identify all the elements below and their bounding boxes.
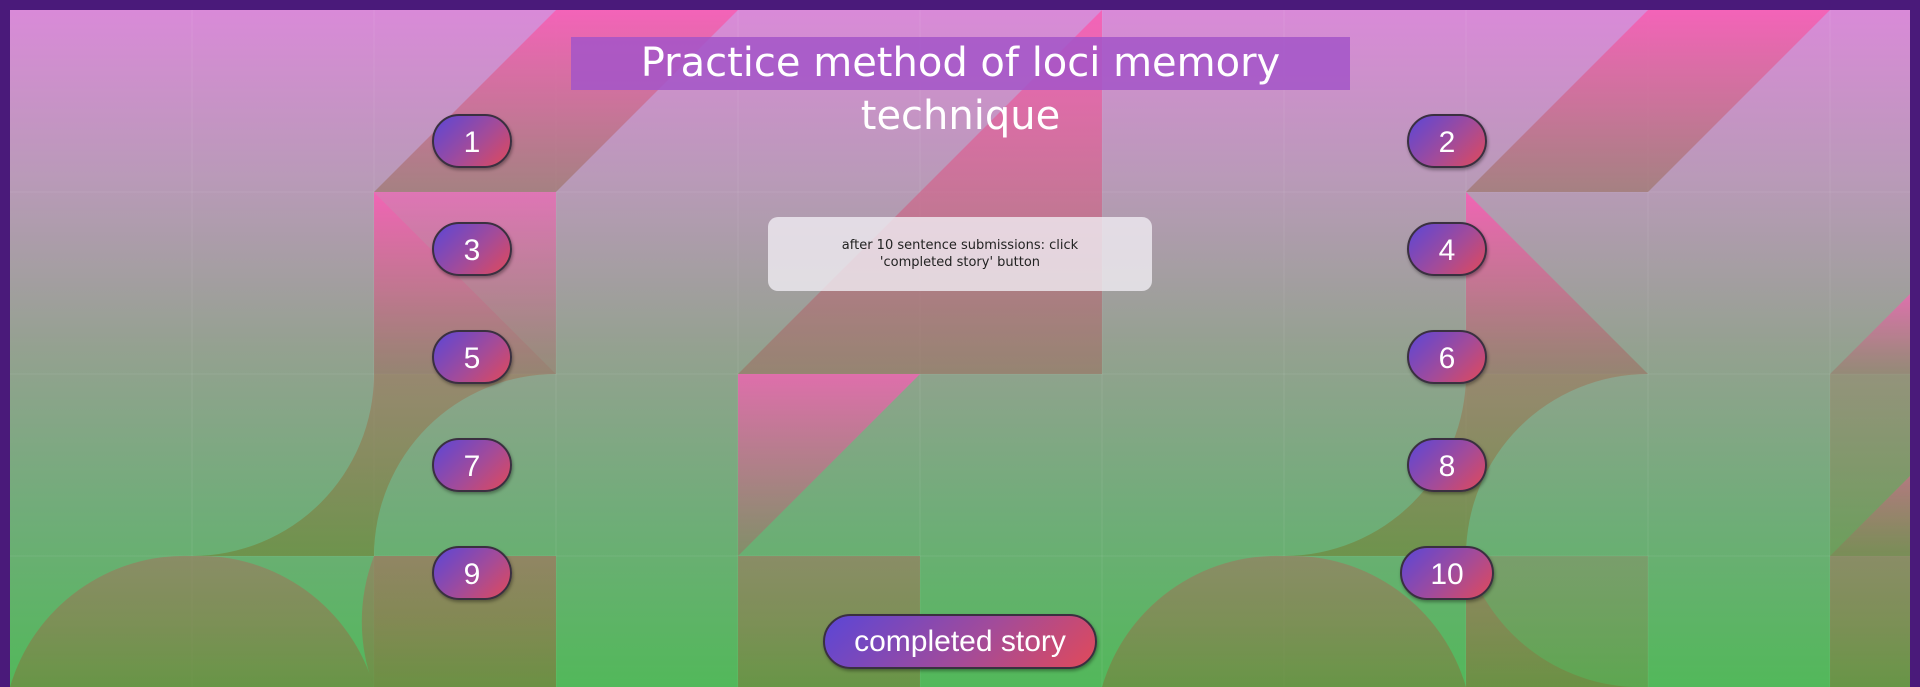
locus-button-4[interactable]: 4 (1407, 222, 1487, 276)
completed-story-button[interactable]: completed story (823, 614, 1097, 669)
page-title: Practice method of loci memory technique (571, 37, 1350, 139)
locus-button-10[interactable]: 10 (1400, 546, 1494, 600)
locus-button-1[interactable]: 1 (432, 114, 512, 168)
locus-button-3[interactable]: 3 (432, 222, 512, 276)
locus-button-8[interactable]: 8 (1407, 438, 1487, 492)
locus-button-7[interactable]: 7 (432, 438, 512, 492)
locus-button-6[interactable]: 6 (1407, 330, 1487, 384)
locus-button-2[interactable]: 2 (1407, 114, 1487, 168)
instruction-note: after 10 sentence submissions: click 'co… (768, 217, 1152, 291)
page-background: Practice method of loci memory technique… (10, 10, 1910, 687)
locus-button-9[interactable]: 9 (432, 546, 512, 600)
locus-button-5[interactable]: 5 (432, 330, 512, 384)
